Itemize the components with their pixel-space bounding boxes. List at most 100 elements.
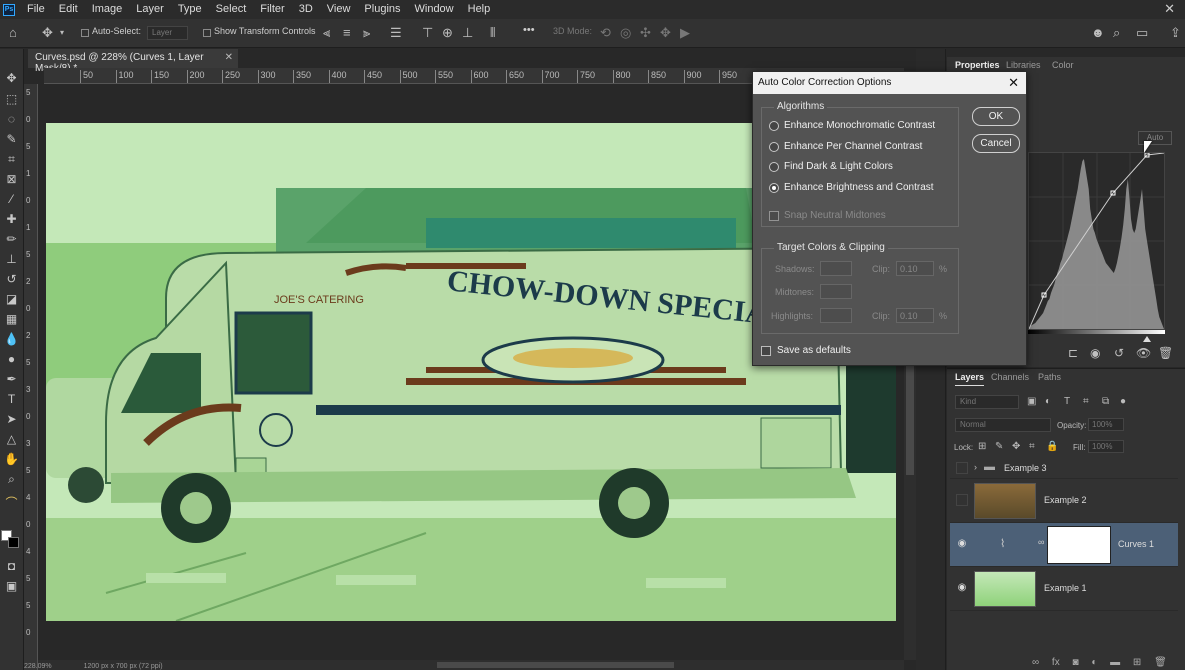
filter-pixel-icon[interactable]: ▣ [1027,396,1036,407]
camera-3d-icon[interactable]: ▶ [680,24,690,42]
link-icon[interactable]: ∞ [1038,537,1044,547]
filter-smart-object-icon[interactable]: ⧉ [1102,396,1109,407]
align-right-icon[interactable]: ⫸ [363,24,370,42]
option-per-channel[interactable]: Enhance Per Channel Contrast [769,141,922,152]
radio-find-dark-light[interactable] [769,161,779,172]
visibility-toggle[interactable] [956,462,968,474]
home-icon[interactable]: ⌂ [9,24,17,42]
visibility-icon[interactable]: 👁 [1136,346,1151,360]
layer-row-curves-1[interactable]: ◉ ⌇ ∞ Curves 1 [950,523,1178,567]
auto-select-checkbox[interactable] [81,29,89,37]
horizontal-scroll-thumb[interactable] [437,662,674,668]
option-brightness-contrast[interactable]: Enhance Brightness and Contrast [769,182,934,193]
align-bottom-icon[interactable]: ⊥ [462,24,473,42]
orbit-3d-icon[interactable]: ⟲ [600,24,611,42]
background-color-swatch[interactable] [8,537,19,548]
option-find-dark-light[interactable]: Find Dark & Light Colors [769,161,893,172]
layer-row-example-3[interactable]: › ▬ Example 3 [950,457,1178,479]
layer-row-example-2[interactable]: Example 2 [950,479,1178,523]
quick-mask-icon[interactable]: ◘ [4,559,19,574]
type-tool-icon[interactable]: T [4,392,19,407]
radio-per-channel[interactable] [769,141,779,152]
cancel-button[interactable]: Cancel [972,134,1020,153]
lock-position-icon[interactable]: ✥ [1012,441,1020,452]
pen-tool-icon[interactable]: ✒ [4,372,19,387]
midtones-color-swatch[interactable] [820,284,852,299]
eye-icon[interactable]: ◉ [956,538,968,550]
distribute-icon[interactable]: ☰ [390,24,402,42]
lock-transparency-icon[interactable]: ⊞ [978,441,986,452]
align-top-icon[interactable]: ⊤ [422,24,433,42]
clone-stamp-icon[interactable]: ⊥ [4,252,19,267]
menu-3d[interactable]: 3D [292,0,320,19]
shadows-color-swatch[interactable] [820,261,852,276]
opacity-input[interactable]: 100% [1088,418,1124,431]
add-mask-icon[interactable]: ◙ [1072,657,1078,668]
dodge-tool-icon[interactable]: ● [4,352,19,367]
reset-icon[interactable]: ↺ [1114,346,1124,360]
align-center-icon[interactable]: ≡ [343,24,351,42]
crop-tool-icon[interactable]: ⌗ [4,152,19,167]
tab-properties[interactable]: Properties [955,60,1000,70]
menu-filter[interactable]: Filter [253,0,291,19]
filter-adjustment-icon[interactable]: ◐ [1045,396,1051,407]
eraser-tool-icon[interactable]: ◪ [4,292,19,307]
white-point-slider[interactable] [1143,336,1151,342]
history-brush-icon[interactable]: ↺ [4,272,19,287]
path-select-icon[interactable]: ➤ [4,412,19,427]
tab-libraries[interactable]: Libraries [1006,60,1041,70]
tab-close-icon[interactable]: ✕ [225,52,233,63]
save-defaults-checkbox[interactable] [761,346,771,356]
ok-button[interactable]: OK [972,107,1020,126]
fx-icon[interactable]: fx [1052,657,1060,668]
layer-name[interactable]: Curves 1 [1118,539,1154,549]
layer-name[interactable]: Example 1 [1044,583,1087,593]
snap-neutral-midtones[interactable]: Snap Neutral Midtones [769,210,886,221]
chevron-right-icon[interactable]: › [974,462,977,472]
chevron-down-icon[interactable]: ▾ [60,24,64,42]
lock-all-icon[interactable]: 🔒 [1046,441,1058,452]
tab-layers[interactable]: Layers [955,372,985,386]
layer-row-example-1[interactable]: ◉ Example 1 [950,567,1178,611]
align-left-icon[interactable]: ⫷ [323,24,330,42]
filter-type-icon[interactable]: T [1064,396,1070,407]
menu-layer[interactable]: Layer [129,0,171,19]
frame-tool-icon[interactable]: ⊠ [4,172,19,187]
trash-icon[interactable]: 🗑 [1158,346,1173,360]
visibility-toggle[interactable] [956,494,968,506]
menu-image[interactable]: Image [85,0,130,19]
fill-input[interactable]: 100% [1088,440,1124,453]
menu-file[interactable]: File [20,0,52,19]
menu-help[interactable]: Help [461,0,498,19]
share-user-icon[interactable]: ☻ [1091,24,1105,42]
dialog-close-icon[interactable]: ✕ [1008,75,1019,91]
blur-tool-icon[interactable]: 💧 [4,332,19,347]
distribute-vertical-icon[interactable]: ⫴ [490,24,495,42]
new-group-icon[interactable]: ▬ [1110,657,1120,668]
radio-brightness-contrast[interactable] [769,182,779,193]
highlights-color-swatch[interactable] [820,308,852,323]
brush-tool-icon[interactable]: ✏ [4,232,19,247]
shape-tool-icon[interactable]: △ [4,432,19,447]
move-tool-icon[interactable]: ✥ [42,24,53,42]
option-monochromatic[interactable]: Enhance Monochromatic Contrast [769,120,935,131]
zoom-tool-icon[interactable]: ⌕ [4,472,19,487]
dialog-title-bar[interactable]: Auto Color Correction Options ✕ [753,72,1026,94]
tab-color[interactable]: Color [1052,60,1074,70]
search-icon[interactable]: ⌕ [1113,24,1120,42]
healing-brush-icon[interactable]: ✚ [4,212,19,227]
layer-kind-filter[interactable]: Kind [955,395,1019,409]
zoom-level[interactable]: 228.09% [24,663,52,670]
menu-select[interactable]: Select [209,0,254,19]
share-icon[interactable]: ⇪ [1170,24,1181,42]
link-layers-icon[interactable]: ∞ [1032,657,1039,668]
menu-edit[interactable]: Edit [52,0,85,19]
highlight-clip-input[interactable]: 0.10 [896,308,934,323]
filter-toggle-icon[interactable]: ● [1120,396,1126,407]
menu-window[interactable]: Window [408,0,461,19]
screen-mode-icon[interactable]: ▣ [4,579,19,594]
align-middle-icon[interactable]: ⊕ [442,24,453,42]
filter-shape-icon[interactable]: ⌗ [1083,396,1089,407]
tab-channels[interactable]: Channels [991,372,1029,382]
snap-neutral-checkbox[interactable] [769,210,779,221]
